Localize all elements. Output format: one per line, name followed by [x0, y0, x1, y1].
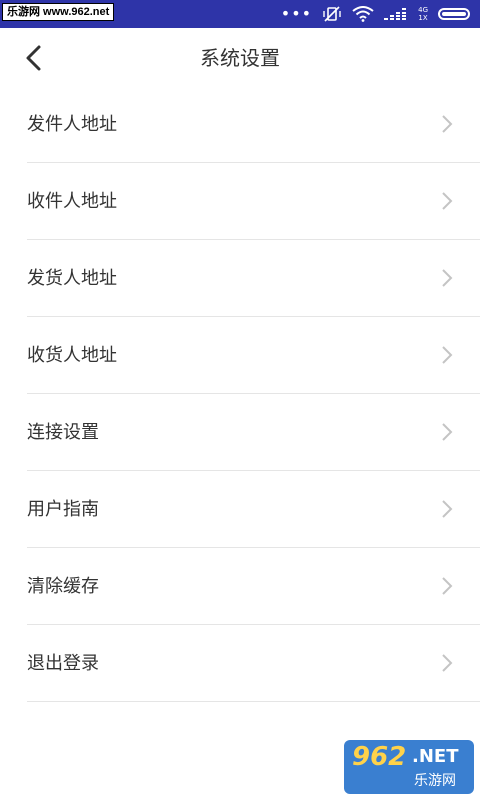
settings-item-label: 清除缓存 [27, 576, 99, 597]
settings-item-user-guide[interactable]: 用户指南 [0, 471, 480, 548]
chevron-right-icon [442, 115, 453, 133]
watermark-cn: 乐游网 [414, 773, 456, 789]
settings-item-label: 用户指南 [27, 499, 99, 520]
divider [27, 701, 480, 702]
battery-icon [438, 8, 470, 20]
settings-item-label: 发货人地址 [27, 268, 117, 289]
status-bar: 乐游网 www.962.net ••• 4G 1X [0, 0, 480, 28]
chevron-right-icon [442, 346, 453, 364]
settings-item-shipper-address[interactable]: 发货人地址 [0, 240, 480, 317]
more-dots-icon: ••• [280, 4, 313, 23]
page-title: 系统设置 [200, 46, 280, 70]
chevron-right-icon [442, 654, 453, 672]
settings-list: 发件人地址 收件人地址 发货人地址 收货人地址 连接设置 用户指南 清除缓存 退… [0, 86, 480, 702]
settings-item-label: 发件人地址 [27, 114, 117, 135]
chevron-right-icon [442, 423, 453, 441]
network-type-label: 4G 1X [418, 6, 428, 22]
chevron-right-icon [442, 269, 453, 287]
chevron-right-icon [442, 500, 453, 518]
settings-item-clear-cache[interactable]: 清除缓存 [0, 548, 480, 625]
settings-item-label: 收货人地址 [27, 345, 117, 366]
watermark-label: 乐游网 www.962.net [2, 3, 115, 21]
signal-icon [384, 8, 407, 20]
top-nav-bar: 系统设置 [0, 28, 480, 88]
settings-item-connection-settings[interactable]: 连接设置 [0, 394, 480, 471]
chevron-right-icon [442, 577, 453, 595]
settings-item-label: 连接设置 [27, 422, 99, 443]
watermark-logo: 962 .NET 乐游网 [344, 740, 474, 794]
vibrate-off-icon [323, 6, 341, 22]
settings-item-recipient-address[interactable]: 收件人地址 [0, 163, 480, 240]
settings-item-label: 收件人地址 [27, 191, 117, 212]
watermark-net: .NET [412, 746, 459, 767]
settings-item-sender-address[interactable]: 发件人地址 [0, 86, 480, 163]
settings-item-label: 退出登录 [27, 653, 99, 674]
settings-item-logout[interactable]: 退出登录 [0, 625, 480, 702]
watermark-number: 962 [352, 742, 407, 772]
wifi-icon [352, 6, 374, 22]
settings-item-consignee-address[interactable]: 收货人地址 [0, 317, 480, 394]
chevron-right-icon [442, 192, 453, 210]
status-icons: ••• 4G 1X [281, 5, 470, 23]
